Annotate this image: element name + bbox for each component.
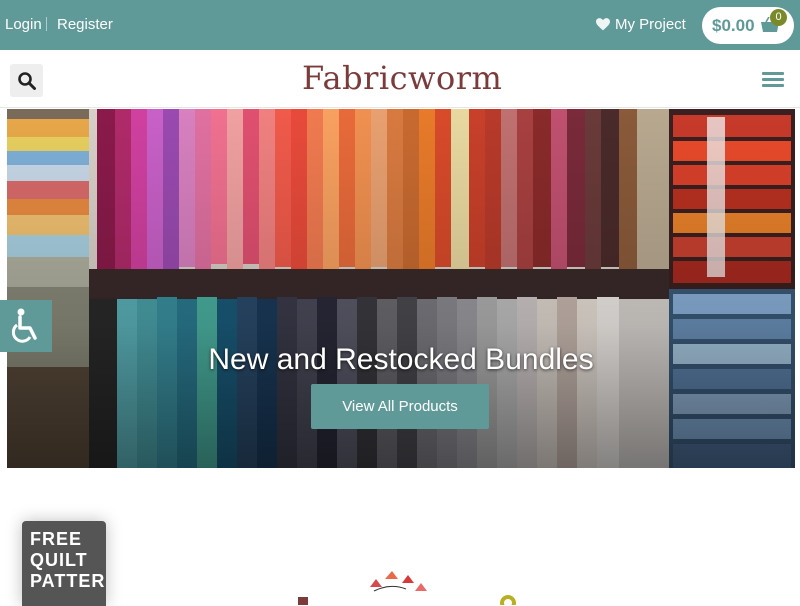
cart-count-badge: 0 xyxy=(770,9,787,26)
top-bar: Login Register My Project $0.00 0 xyxy=(0,0,800,50)
hero-banner: New and Restocked Bundles View All Produ… xyxy=(7,109,795,468)
accessibility-button[interactable] xyxy=(0,300,52,352)
divider xyxy=(46,17,47,31)
hero-heading: New and Restocked Bundles xyxy=(208,343,594,376)
promo-line-2: QUILT xyxy=(30,550,88,570)
register-link[interactable]: Register xyxy=(57,16,113,33)
cart-amount: $0.00 xyxy=(712,16,755,35)
search-button[interactable] xyxy=(10,64,43,97)
heart-icon[interactable] xyxy=(596,18,610,31)
accessibility-icon xyxy=(11,308,37,343)
promo-line-1: FREE xyxy=(30,529,83,549)
view-all-products-button[interactable]: View All Products xyxy=(311,384,489,429)
site-logo[interactable]: Fabricworm xyxy=(302,59,502,97)
promo-line-3: PATTER xyxy=(30,571,106,591)
my-project-link[interactable]: My Project xyxy=(615,16,686,33)
menu-icon[interactable] xyxy=(762,72,784,88)
free-quilt-pattern-tab[interactable]: FREE QUILT PATTER xyxy=(22,521,106,606)
site-header: Fabricworm xyxy=(0,50,800,108)
cart-button[interactable]: $0.00 0 xyxy=(702,7,794,44)
search-icon xyxy=(18,72,36,90)
login-link[interactable]: Login xyxy=(5,16,42,33)
decorative-logo-graphic xyxy=(298,571,516,605)
